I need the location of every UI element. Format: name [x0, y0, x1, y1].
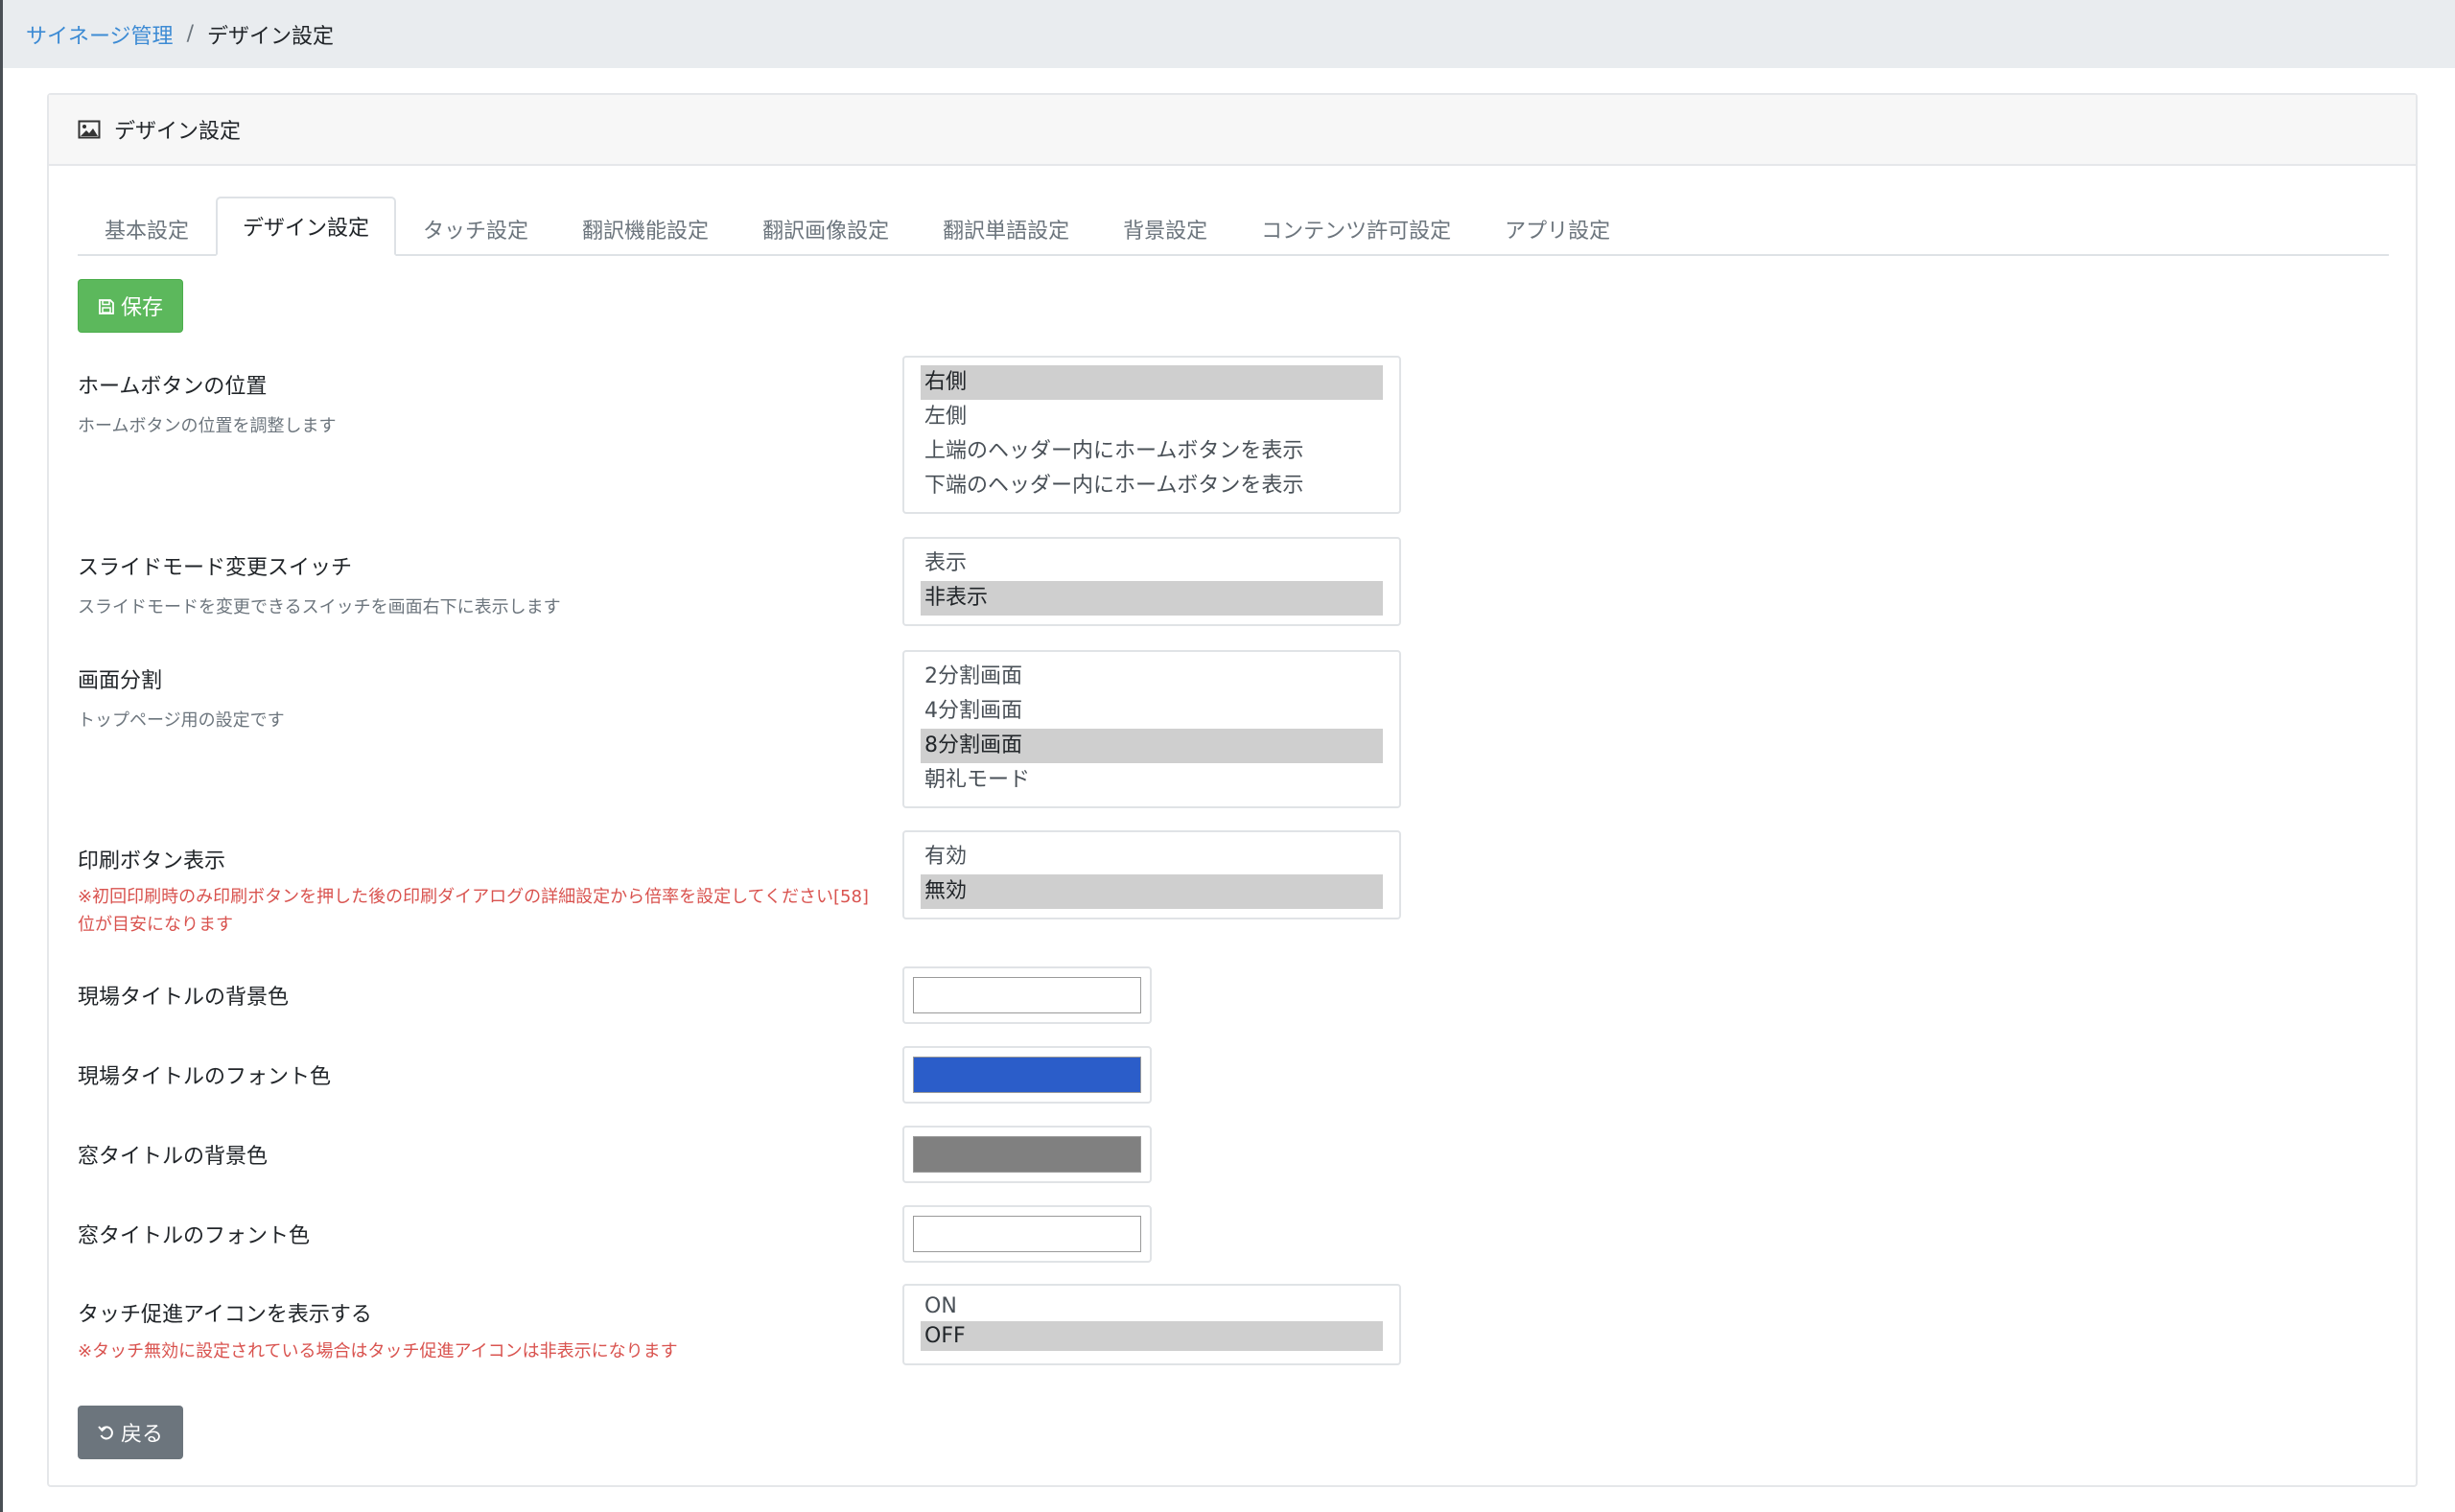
window-title-bg-color-label: 窓タイトルの背景色: [78, 1145, 269, 1169]
option-show[interactable]: 表示: [921, 547, 1383, 581]
touch-icon-label: タッチ促進アイコンを表示する: [78, 1303, 372, 1327]
site-title-bg-color-swatch[interactable]: [913, 977, 1141, 1013]
home-button-position-help: ホームボタンの位置を調整します: [78, 416, 337, 436]
tab-touch[interactable]: タッチ設定: [396, 200, 555, 256]
site-title-bg-color-picker[interactable]: [902, 966, 1152, 1024]
window-title-font-color-picker[interactable]: [902, 1205, 1152, 1263]
slide-mode-switch-help: スライドモードを変更できるスイッチを画面右下に表示します: [78, 597, 561, 617]
home-button-position-label: ホームボタンの位置: [78, 375, 268, 399]
home-button-position-select[interactable]: 右側 左側 上端のヘッダー内にホームボタンを表示 下端のヘッダー内にホームボタン…: [902, 356, 1401, 514]
option-left[interactable]: 左側: [921, 400, 1383, 434]
screen-split-label: 画面分割: [78, 669, 163, 693]
site-title-font-color-swatch[interactable]: [913, 1057, 1141, 1093]
touch-icon-select[interactable]: ON OFF: [902, 1284, 1401, 1365]
tab-translation-function[interactable]: 翻訳機能設定: [555, 200, 736, 256]
undo-icon: [98, 1424, 115, 1441]
screen-split-help: トップページ用の設定です: [78, 710, 285, 731]
back-button[interactable]: 戻る: [78, 1406, 183, 1459]
card-title: デザイン設定: [114, 120, 242, 144]
tab-content-permission[interactable]: コンテンツ許可設定: [1234, 200, 1478, 256]
breadcrumb-separator: /: [186, 22, 194, 46]
back-button-label: 戻る: [120, 1423, 163, 1447]
tab-app[interactable]: アプリ設定: [1478, 200, 1637, 256]
option-right[interactable]: 右側: [921, 365, 1383, 400]
site-title-font-color-label: 現場タイトルのフォント色: [78, 1065, 332, 1089]
print-button-select[interactable]: 有効 無効: [902, 830, 1401, 919]
print-button-label: 印刷ボタン表示: [78, 849, 226, 873]
settings-tabs: 基本設定 デザイン設定 タッチ設定 翻訳機能設定 翻訳画像設定 翻訳単語設定 背…: [78, 195, 2389, 256]
option-enabled[interactable]: 有効: [921, 840, 1383, 874]
tab-translation-words[interactable]: 翻訳単語設定: [916, 200, 1096, 256]
image-icon: [78, 120, 101, 139]
tab-basic[interactable]: 基本設定: [78, 200, 216, 256]
card-header: デザイン設定: [49, 95, 2416, 166]
touch-icon-note: ※タッチ無効に設定されている場合はタッチ促進アイコンは非表示になります: [78, 1341, 678, 1361]
save-button-label: 保存: [120, 296, 163, 320]
window-left-border: [0, 0, 3, 1512]
window-title-bg-color-picker[interactable]: [902, 1126, 1152, 1183]
design-settings-card: デザイン設定 基本設定 デザイン設定 タッチ設定 翻訳機能設定 翻訳画像設定 翻…: [47, 93, 2418, 1487]
window-title-font-color-label: 窓タイトルのフォント色: [78, 1224, 311, 1248]
print-button-note: ※初回印刷時のみ印刷ボタンを押した後の印刷ダイアログの詳細設定から倍率を設定して…: [78, 887, 869, 935]
slide-mode-switch-select[interactable]: 表示 非表示: [902, 537, 1401, 626]
option-morning-meeting[interactable]: 朝礼モード: [921, 763, 1383, 798]
tab-design[interactable]: デザイン設定: [216, 197, 397, 256]
tab-translation-image[interactable]: 翻訳画像設定: [736, 200, 916, 256]
option-hide[interactable]: 非表示: [921, 581, 1383, 616]
option-bottom-header[interactable]: 下端のヘッダー内にホームボタンを表示: [921, 469, 1383, 503]
option-disabled[interactable]: 無効: [921, 874, 1383, 909]
tab-background[interactable]: 背景設定: [1096, 200, 1234, 256]
breadcrumb: サイネージ管理 / デザイン設定: [3, 0, 2455, 68]
option-4-split[interactable]: 4分割画面: [921, 694, 1383, 729]
floppy-disk-icon: [98, 297, 115, 314]
site-title-bg-color-label: 現場タイトルの背景色: [78, 986, 290, 1010]
option-top-header[interactable]: 上端のヘッダー内にホームボタンを表示: [921, 434, 1383, 469]
window-title-font-color-swatch[interactable]: [913, 1216, 1141, 1252]
slide-mode-switch-label: スライドモード変更スイッチ: [78, 556, 353, 580]
breadcrumb-link-signage[interactable]: サイネージ管理: [26, 19, 174, 50]
site-title-font-color-picker[interactable]: [902, 1046, 1152, 1104]
save-button[interactable]: 保存: [78, 279, 183, 333]
window-title-bg-color-swatch[interactable]: [913, 1136, 1141, 1173]
option-8-split[interactable]: 8分割画面: [921, 729, 1383, 763]
option-2-split[interactable]: 2分割画面: [921, 660, 1383, 694]
option-on[interactable]: ON: [921, 1291, 1383, 1321]
breadcrumb-current: デザイン設定: [206, 24, 334, 49]
screen-split-select[interactable]: 2分割画面 4分割画面 8分割画面 朝礼モード: [902, 650, 1401, 808]
option-off[interactable]: OFF: [921, 1321, 1383, 1351]
